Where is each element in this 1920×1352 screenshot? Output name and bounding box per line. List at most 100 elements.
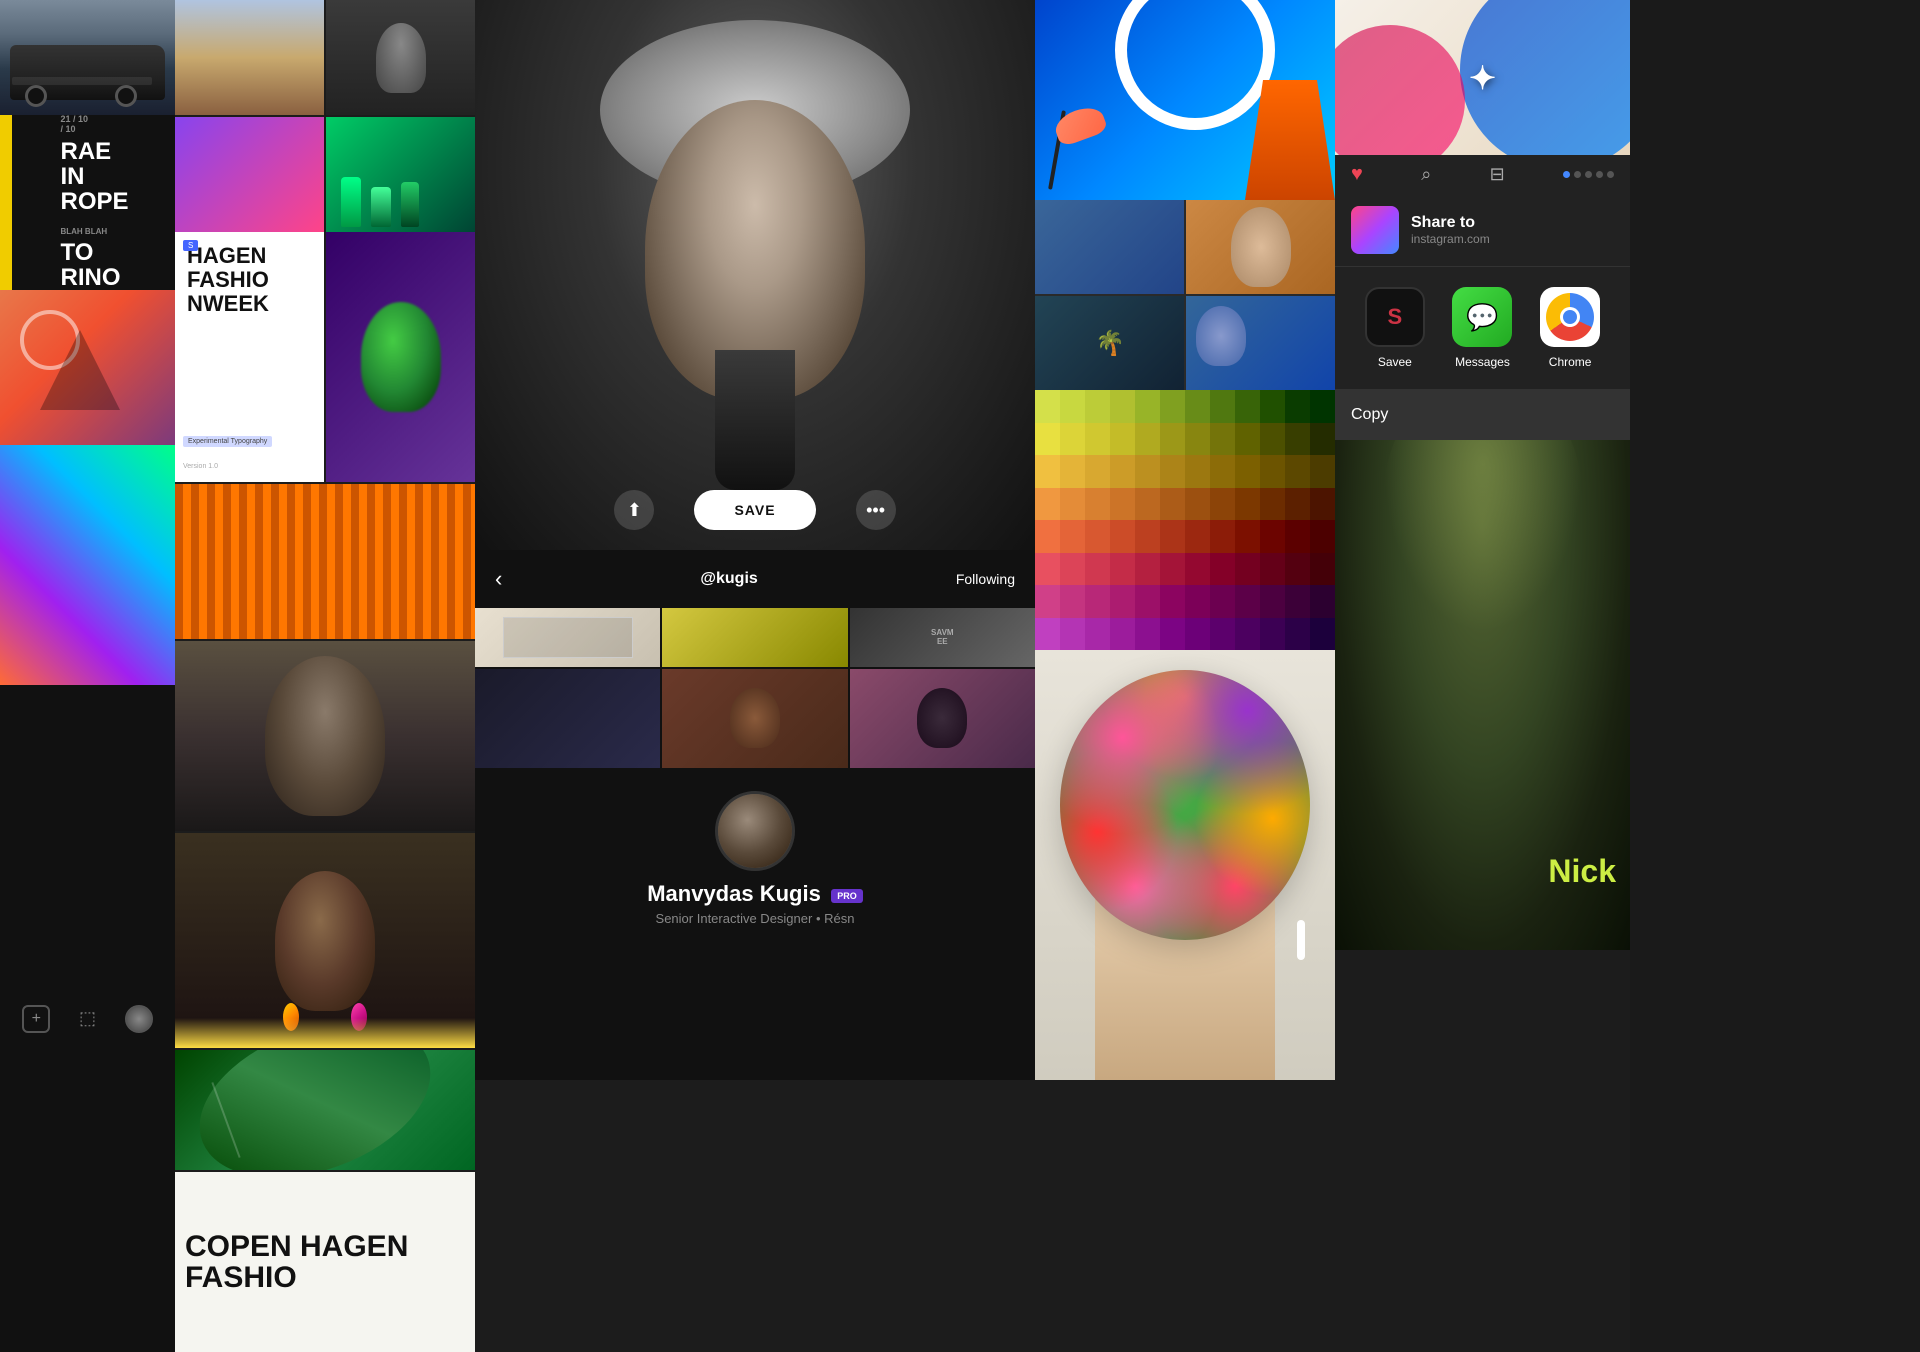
fashion-title: HAGEN FASHIO NWEEK	[187, 244, 312, 317]
collab-top-image[interactable]: ✦	[1335, 0, 1630, 155]
profile-avatar-image	[715, 791, 795, 871]
share-thumbnail	[1351, 206, 1399, 254]
color-swatch	[1260, 488, 1285, 521]
pro-badge: PRO	[831, 889, 863, 903]
color-swatch	[1285, 423, 1310, 456]
share-domain: instagram.com	[1411, 232, 1490, 246]
color-swatch	[1310, 520, 1335, 553]
color-swatch	[1110, 553, 1135, 586]
profile-thumb-6[interactable]	[850, 669, 1035, 768]
dot-1	[1574, 171, 1581, 178]
main-portrait-image: ⬆ SAVE •••	[475, 0, 1035, 550]
share-app-chrome[interactable]: Chrome	[1540, 287, 1600, 369]
color-swatch	[1035, 520, 1060, 553]
popup-heart-icon[interactable]: ♥	[1351, 163, 1363, 186]
following-button[interactable]: Following	[956, 571, 1015, 587]
color-swatch	[1060, 423, 1085, 456]
color-swatch	[1160, 520, 1185, 553]
flowers-image[interactable]	[1035, 650, 1335, 1080]
color-swatch	[1235, 390, 1260, 423]
color-swatch	[1210, 585, 1235, 618]
profile-thumb-5[interactable]	[662, 669, 847, 768]
abstract-blue-image[interactable]	[1035, 0, 1335, 200]
gradient1-image[interactable]	[175, 117, 324, 232]
color-swatch	[1235, 618, 1260, 651]
color-swatch	[1285, 585, 1310, 618]
color-swatch	[1085, 488, 1110, 521]
color-swatch	[1035, 455, 1060, 488]
color-swatch	[1235, 585, 1260, 618]
color-swatch	[1060, 520, 1085, 553]
color-swatch	[1160, 423, 1185, 456]
share-app-messages[interactable]: 💬 Messages	[1452, 287, 1512, 369]
share-app-savee[interactable]: S Savee	[1365, 287, 1425, 369]
column-3: ⬆ SAVE ••• ‹ @kugis Following	[475, 0, 1035, 1352]
popup-filter-icon[interactable]: ⊟	[1490, 164, 1505, 185]
color-swatch	[1085, 455, 1110, 488]
color-swatch	[1110, 618, 1135, 651]
color-swatch	[1110, 488, 1135, 521]
color-swatch	[1160, 488, 1185, 521]
fashion-week-image[interactable]: HAGEN FASHIO NWEEK Experimental Typograp…	[175, 232, 475, 482]
share-popup: ♥ ⌕ ⊟ Share to instagram.com	[1335, 155, 1630, 440]
color-grid	[1035, 390, 1335, 650]
messages-app-label: Messages	[1455, 355, 1510, 369]
color-swatch	[1060, 618, 1085, 651]
color-swatch	[1060, 455, 1085, 488]
color-swatch	[1035, 423, 1060, 456]
profile-thumb-4[interactable]	[475, 669, 660, 768]
savee-app-label: Savee	[1378, 355, 1412, 369]
photo-collage-image[interactable]: 🌴	[1035, 200, 1335, 390]
color-swatch	[1185, 553, 1210, 586]
color-swatch	[1210, 618, 1235, 651]
man-portrait-image[interactable]	[175, 641, 475, 831]
profile-thumb-3[interactable]: SAVMEE	[850, 608, 1035, 667]
portrait-actions: ⬆ SAVE •••	[475, 490, 1035, 530]
savee-app-icon: S	[1365, 287, 1425, 347]
orange-stripes-image[interactable]	[175, 484, 475, 639]
share-icon-button[interactable]: ⬆	[614, 490, 654, 530]
copenhagen-image[interactable]: COPEN HAGEN FASHIO	[175, 1172, 475, 1352]
save-button[interactable]: SAVE	[694, 490, 815, 530]
messages-app-icon: 💬	[1452, 287, 1512, 347]
leaf-image[interactable]	[175, 1050, 475, 1170]
dot-4	[1607, 171, 1614, 178]
man-hat-image[interactable]	[326, 0, 475, 115]
back-button[interactable]: ‹	[495, 566, 502, 592]
share-icon[interactable]: ⬚	[79, 1008, 96, 1029]
desert-image[interactable]	[175, 0, 324, 115]
add-button[interactable]: +	[22, 1005, 50, 1033]
suv-image[interactable]	[0, 0, 175, 115]
color-swatch	[1260, 618, 1285, 651]
color-swatch	[1060, 585, 1085, 618]
profile-job-title: Senior Interactive Designer • Résn	[656, 911, 855, 926]
color-swatch	[1185, 585, 1210, 618]
popup-search-icon[interactable]: ⌕	[1421, 164, 1431, 185]
woman-earring-image[interactable]	[175, 833, 475, 1048]
color-swatch	[1210, 553, 1235, 586]
color-swatch	[1035, 553, 1060, 586]
color-swatch	[1135, 455, 1160, 488]
user-avatar[interactable]	[125, 1005, 153, 1033]
color-swatch	[1235, 553, 1260, 586]
color-swatch	[1085, 618, 1110, 651]
color-swatch	[1210, 520, 1235, 553]
color-swatch	[1310, 390, 1335, 423]
color-swatch	[1210, 390, 1235, 423]
bottles-image[interactable]	[326, 117, 475, 232]
color-swatch	[1285, 390, 1310, 423]
pagination-dots	[1563, 171, 1614, 178]
profile-thumb-2[interactable]	[662, 608, 847, 667]
color-swatch	[1160, 618, 1185, 651]
column-1: 21 / 10 / 10 RAEINROPEBLAH BLAHTORINO + …	[0, 0, 175, 1352]
copy-button[interactable]: Copy	[1335, 390, 1630, 440]
more-options-button[interactable]: •••	[856, 490, 896, 530]
profile-thumb-1[interactable]	[475, 608, 660, 667]
profile-header: ‹ @kugis Following	[475, 550, 1035, 608]
color-swatch	[1310, 423, 1335, 456]
color-swatch	[1035, 390, 1060, 423]
color-swatch	[1260, 585, 1285, 618]
main-grid: 21 / 10 / 10 RAEINROPEBLAH BLAHTORINO + …	[0, 0, 1920, 1080]
color-swatch	[1185, 455, 1210, 488]
fashion-portrait-panel	[326, 232, 475, 482]
